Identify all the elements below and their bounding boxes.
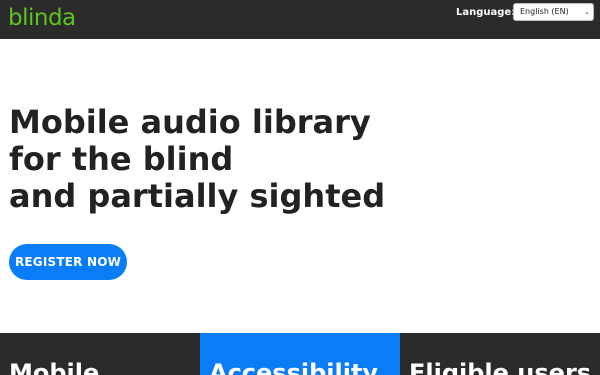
tile-eligible-users-title: Eligible users xyxy=(409,359,592,375)
hero-title-line-1: Mobile audio library xyxy=(9,103,371,141)
tile-accessibility-title: Accessibility xyxy=(209,359,379,375)
hero-title: Mobile audio library for the blind and p… xyxy=(9,104,569,215)
hero-title-line-3: and partially sighted xyxy=(9,177,386,215)
language-select-value: English (EN) xyxy=(520,7,569,16)
language-label: Language: xyxy=(456,7,516,18)
chevron-down-icon: ⌄ xyxy=(584,8,590,16)
hero-title-line-2: for the blind xyxy=(9,140,234,178)
register-now-button[interactable]: REGISTER NOW xyxy=(9,244,127,280)
tile-eligible-users[interactable]: Eligible users xyxy=(400,333,600,375)
tile-mobile-title: Mobile xyxy=(9,359,100,375)
site-header: blinda Language: English (EN) ⌄ xyxy=(0,0,600,39)
feature-tiles: Mobile Accessibility Eligible users xyxy=(0,333,600,375)
tile-accessibility[interactable]: Accessibility xyxy=(200,333,400,375)
language-select[interactable]: English (EN) ⌄ xyxy=(513,3,594,21)
blinda-logo[interactable]: blinda xyxy=(8,3,76,33)
tile-mobile[interactable]: Mobile xyxy=(0,333,200,375)
